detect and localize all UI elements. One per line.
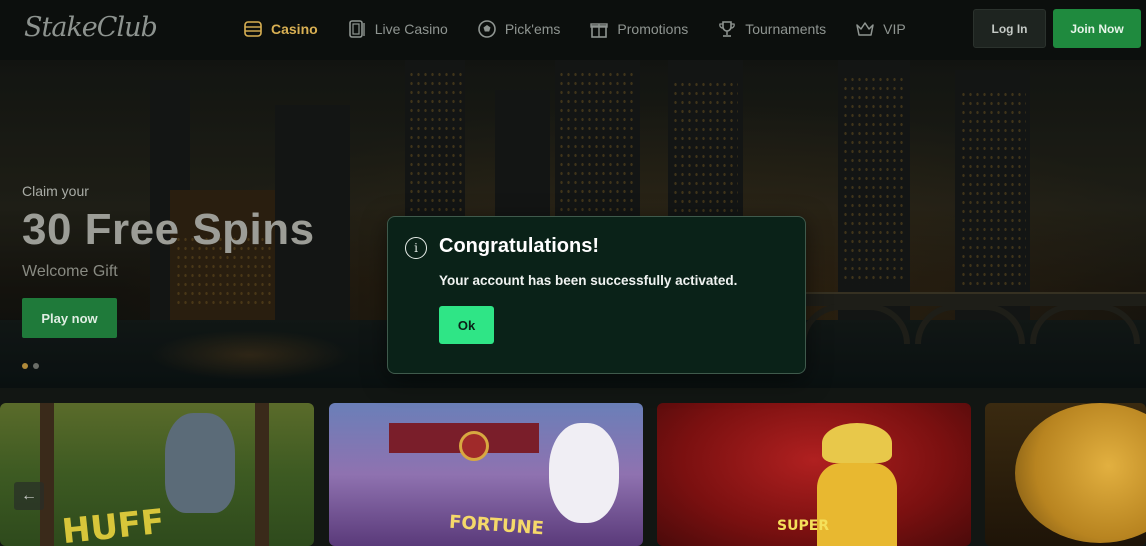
info-icon: i [405, 237, 427, 259]
dialog-message: Your account has been successfully activ… [439, 273, 738, 288]
nav-item-casino[interactable]: Casino [243, 19, 318, 39]
hero-claim-text: Claim your [22, 183, 89, 199]
moon [1015, 403, 1146, 543]
soccer-ball-icon [477, 19, 497, 39]
hero-title: 30 Free Spins [22, 205, 315, 254]
nav-item-label: Live Casino [374, 21, 448, 37]
game-title: HUFF [60, 501, 167, 546]
nav-item-label: Casino [271, 21, 318, 37]
play-now-button[interactable]: Play now [22, 298, 117, 338]
rabbit-figure [549, 423, 619, 523]
crown-icon [855, 19, 875, 39]
casino-chips-icon [243, 19, 263, 39]
hero-subtitle: Welcome Gift [22, 263, 118, 280]
scroll-left-button[interactable]: ← [14, 482, 44, 510]
nav-item-label: Tournaments [745, 21, 827, 37]
nav-item-label: Promotions [617, 21, 689, 37]
nav-item-label: VIP [883, 21, 906, 37]
arrow-left-icon: ← [21, 487, 37, 504]
success-dialog: i Congratulations! Your account has been… [387, 216, 806, 374]
main-nav: Casino Live Casino Pick'ems Promotions T… [243, 0, 935, 58]
wolf-figure [165, 413, 235, 513]
game-card[interactable] [985, 403, 1146, 546]
game-card-row: HUFF ← FORTUNE SUPER [0, 403, 1146, 546]
temple-emblem [459, 431, 489, 461]
live-casino-cards-icon [347, 19, 367, 39]
trophy-icon [717, 19, 737, 39]
game-title: SUPER [777, 518, 830, 534]
game-card[interactable]: HUFF ← [0, 403, 314, 546]
carousel-dots [22, 363, 44, 369]
carousel-dot[interactable] [33, 363, 39, 369]
tree-trunk [40, 403, 54, 546]
brand-logo[interactable]: StakeClub [24, 12, 158, 43]
nav-item-promotions[interactable]: Promotions [589, 19, 688, 39]
join-now-button[interactable]: Join Now [1053, 9, 1141, 48]
nav-item-vip[interactable]: VIP [855, 19, 906, 39]
game-card[interactable]: FORTUNE [329, 403, 643, 546]
game-title: FORTUNE [448, 511, 545, 540]
gift-icon [589, 19, 609, 39]
nav-item-live-casino[interactable]: Live Casino [347, 19, 448, 39]
game-card[interactable]: SUPER [657, 403, 971, 546]
dialog-title: Congratulations! [439, 235, 599, 257]
sombrero [822, 423, 892, 463]
ok-button[interactable]: Ok [439, 306, 494, 344]
nav-item-pickems[interactable]: Pick'ems [477, 19, 561, 39]
login-button[interactable]: Log In [973, 9, 1046, 48]
top-navigation-bar: StakeClub Casino Live Casino Pick'ems Pr… [0, 0, 1146, 60]
tree-trunk [255, 403, 269, 546]
nav-item-tournaments[interactable]: Tournaments [717, 19, 826, 39]
carousel-dot-active[interactable] [22, 363, 28, 369]
nav-item-label: Pick'ems [504, 21, 561, 37]
